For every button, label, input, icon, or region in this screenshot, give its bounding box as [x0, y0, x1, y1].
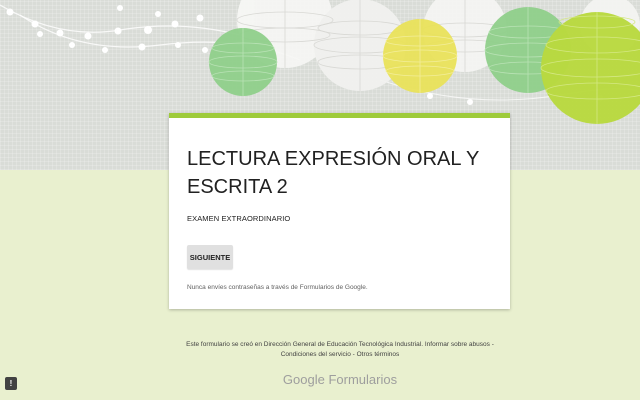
other-terms-link[interactable]: Otros términos: [357, 351, 400, 358]
footer-separator: -: [491, 341, 494, 348]
report-abuse-link[interactable]: Informar sobre abusos: [425, 341, 490, 348]
terms-link[interactable]: Condiciones del servicio: [281, 351, 351, 358]
footer-created-in: Este formulario se creó en Dirección Gen…: [186, 341, 424, 348]
feedback-icon[interactable]: !: [5, 377, 17, 390]
brand-google: Google: [282, 372, 325, 387]
form-title: LECTURA EXPRESIÓN ORAL Y ESCRITA 2: [187, 148, 479, 198]
password-warning: Nunca envíes contraseñas a través de For…: [187, 284, 368, 291]
form-description: EXAMEN EXTRAORDINARIO: [187, 214, 291, 223]
next-button[interactable]: SIGUIENTE: [187, 245, 233, 269]
form-card: LECTURA EXPRESIÓN ORAL Y ESCRITA 2 EXAME…: [169, 113, 510, 309]
google-forms-logo[interactable]: Google Formularios: [170, 372, 510, 387]
brand-product: Formularios: [328, 372, 398, 387]
footer-disclaimer: Este formulario se creó en Dirección Gen…: [170, 340, 510, 360]
footer-separator: -: [352, 351, 355, 358]
